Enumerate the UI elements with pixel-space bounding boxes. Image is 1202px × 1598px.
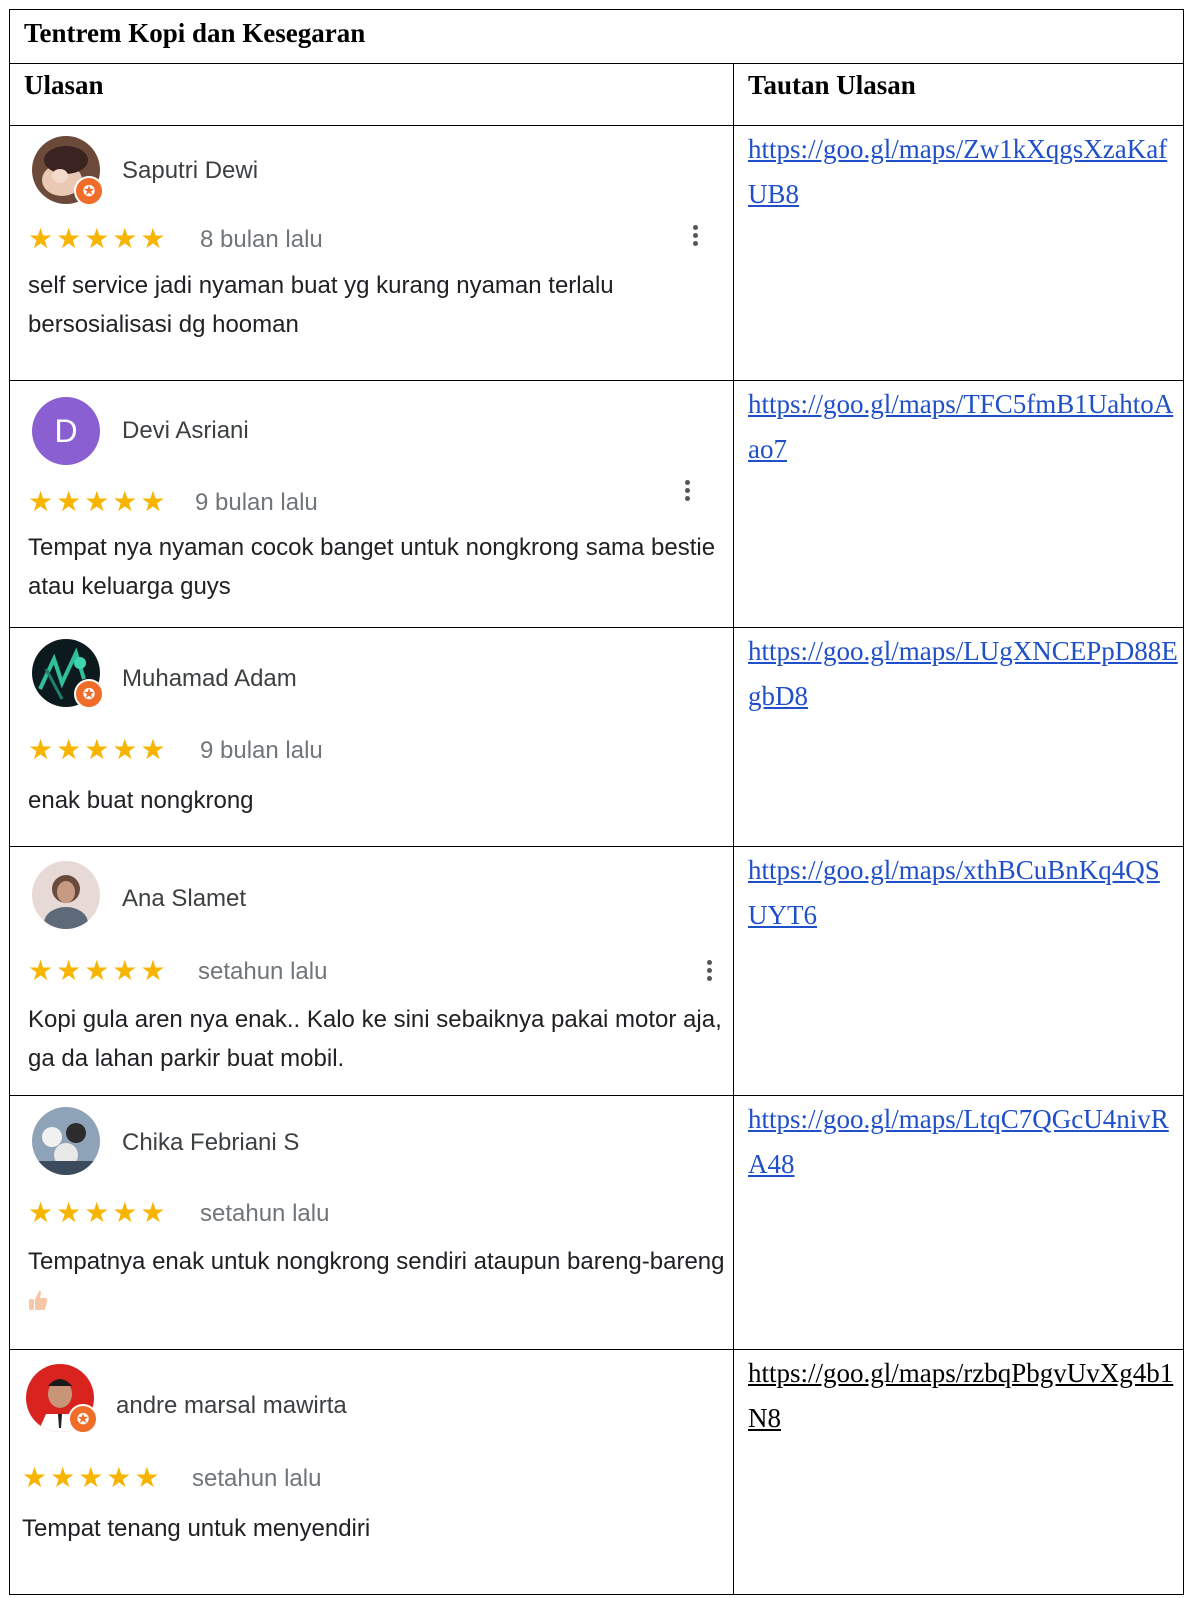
- review-link-anchor[interactable]: https://goo.gl/maps/Zw1kXqgsXzaKafUB8: [748, 134, 1167, 209]
- review-text: Tempat tenang untuk menyendiri: [22, 1515, 371, 1542]
- reviewer-name[interactable]: andre marsal mawirta: [116, 1392, 347, 1420]
- star-rating: ★★★★★: [22, 1461, 163, 1494]
- review-link-anchor[interactable]: https://goo.gl/maps/LtqC7QGcU4nivRA48: [748, 1104, 1169, 1179]
- review-link-anchor[interactable]: https://goo.gl/maps/rzbqPbgvUvXg4b1N8: [748, 1358, 1173, 1433]
- more-options-icon[interactable]: [685, 480, 691, 504]
- thumbs-up-icon: [28, 1284, 48, 1310]
- more-options-icon[interactable]: [693, 225, 699, 249]
- title-row: Tentrem Kopi dan Kesegaran: [10, 10, 1183, 64]
- reviewer-name[interactable]: Devi Asriani: [122, 417, 249, 445]
- table-row: Ana Slamet ★★★★★ setahun lalu Kopi gula …: [10, 846, 1183, 1096]
- avatar[interactable]: ✪: [26, 1364, 98, 1434]
- table-row: D Devi Asriani ★★★★★ 9 bulan lalu Tempat…: [10, 380, 1183, 628]
- avatar[interactable]: D: [32, 397, 100, 465]
- table-row: ✪ Saputri Dewi ★★★★★ 8 bulan lalu self s…: [10, 125, 1183, 381]
- review-link[interactable]: https://goo.gl/maps/xthBCuBnKq4QSUYT6: [748, 848, 1178, 938]
- header-review: Ulasan: [24, 70, 104, 100]
- local-guide-badge-icon: ✪: [74, 679, 104, 709]
- review-link-anchor[interactable]: https://goo.gl/maps/TFC5fmB1UahtoAao7: [748, 389, 1173, 464]
- table-row: ✪ Muhamad Adam ★★★★★ 9 bulan lalu enak b…: [10, 627, 1183, 847]
- reviewer-name[interactable]: Saputri Dewi: [122, 157, 258, 185]
- review-text: enak buat nongkrong: [28, 787, 254, 814]
- review-text: Tempat nya nyaman cocok banget untuk non…: [28, 534, 716, 600]
- review-link[interactable]: https://goo.gl/maps/rzbqPbgvUvXg4b1N8: [748, 1351, 1178, 1441]
- review-text: self service jadi nyaman buat yg kurang …: [28, 272, 614, 338]
- review-time: setahun lalu: [192, 1465, 322, 1492]
- letter-avatar: D: [32, 397, 100, 465]
- star-rating: ★★★★★: [28, 1196, 169, 1229]
- avatar[interactable]: ✪: [32, 136, 104, 206]
- review-text: Tempatnya enak untuk nongkrong sendiri a…: [28, 1242, 728, 1320]
- review-link[interactable]: https://goo.gl/maps/TFC5fmB1UahtoAao7: [748, 382, 1178, 472]
- local-guide-badge-icon: ✪: [68, 1404, 98, 1434]
- review-time: 9 bulan lalu: [195, 489, 318, 516]
- reviewer-name[interactable]: Ana Slamet: [122, 885, 246, 913]
- review-link[interactable]: https://goo.gl/maps/LUgXNCEPpD88EgbD8: [748, 629, 1178, 719]
- header-row: [10, 63, 1183, 126]
- avatar[interactable]: ✪: [32, 639, 104, 709]
- profile-photo-icon: [32, 861, 100, 929]
- local-guide-badge-icon: ✪: [74, 176, 104, 206]
- star-rating: ★★★★★: [28, 485, 169, 518]
- avatar[interactable]: [32, 861, 100, 929]
- reviewer-name[interactable]: Muhamad Adam: [122, 665, 297, 693]
- review-time: setahun lalu: [200, 1200, 330, 1227]
- star-rating: ★★★★★: [28, 222, 169, 255]
- review-time: 8 bulan lalu: [200, 226, 323, 253]
- reviews-table: Tentrem Kopi dan Kesegaran Ulasan Tautan…: [9, 9, 1184, 1595]
- table-title: Tentrem Kopi dan Kesegaran: [24, 18, 366, 48]
- reviewer-name[interactable]: Chika Febriani S: [122, 1129, 299, 1157]
- table-row: Chika Febriani S ★★★★★ setahun lalu Temp…: [10, 1095, 1183, 1350]
- review-link-anchor[interactable]: https://goo.gl/maps/xthBCuBnKq4QSUYT6: [748, 855, 1160, 930]
- more-options-icon[interactable]: [707, 960, 713, 984]
- review-link[interactable]: https://goo.gl/maps/Zw1kXqgsXzaKafUB8: [748, 127, 1178, 217]
- review-link-anchor[interactable]: https://goo.gl/maps/LUgXNCEPpD88EgbD8: [748, 636, 1178, 711]
- table-row: ✪ andre marsal mawirta ★★★★★ setahun lal…: [10, 1349, 1183, 1594]
- review-time: setahun lalu: [198, 958, 328, 985]
- review-time: 9 bulan lalu: [200, 737, 323, 764]
- star-rating: ★★★★★: [28, 733, 169, 766]
- star-rating: ★★★★★: [28, 954, 169, 987]
- header-link: Tautan Ulasan: [748, 70, 916, 100]
- profile-photo-icon: [32, 1107, 100, 1175]
- review-text-content: Tempatnya enak untuk nongkrong sendiri a…: [28, 1248, 725, 1275]
- review-text: Kopi gula aren nya enak.. Kalo ke sini s…: [28, 1006, 722, 1072]
- avatar[interactable]: [32, 1107, 100, 1175]
- review-link[interactable]: https://goo.gl/maps/LtqC7QGcU4nivRA48: [748, 1097, 1178, 1187]
